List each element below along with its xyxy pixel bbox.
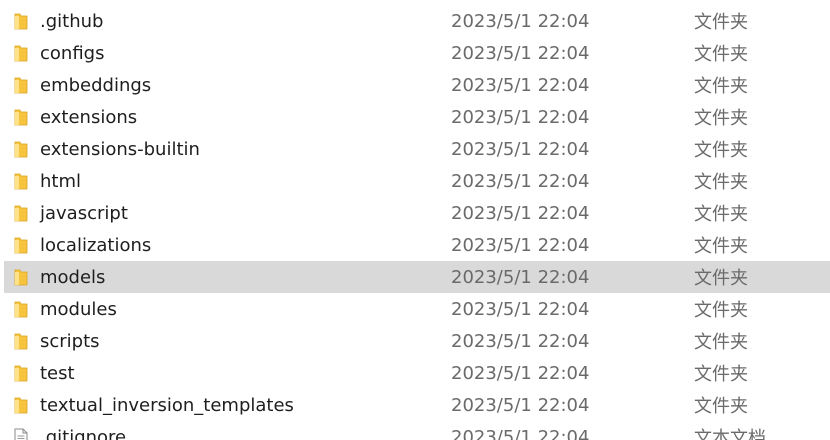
file-row[interactable]: modules 2023/5/1 22:04 文件夹 (4, 293, 830, 325)
file-row[interactable]: models 2023/5/1 22:04 文件夹 (4, 261, 830, 293)
folder-icon (14, 76, 28, 94)
folder-icon (14, 108, 28, 126)
file-name: extensions (40, 106, 138, 128)
file-row[interactable]: test 2023/5/1 22:04 文件夹 (4, 357, 830, 389)
file-row[interactable]: embeddings 2023/5/1 22:04 文件夹 (4, 69, 830, 101)
file-name: modules (40, 298, 117, 320)
date-modified: 2023/5/1 22:04 (451, 330, 590, 352)
file-type: 文件夹 (694, 204, 748, 225)
date-modified: 2023/5/1 22:04 (451, 138, 590, 160)
file-row[interactable]: configs 2023/5/1 22:04 文件夹 (4, 37, 830, 69)
file-name: html (40, 170, 82, 192)
date-modified: 2023/5/1 22:04 (451, 106, 590, 128)
file-type: 文件夹 (694, 332, 748, 353)
date-modified: 2023/5/1 22:04 (451, 394, 590, 416)
file-type: 文件夹 (694, 44, 748, 65)
date-modified: 2023/5/1 22:04 (451, 42, 590, 64)
file-type: 文件夹 (694, 236, 748, 257)
date-modified: 2023/5/1 22:04 (451, 10, 590, 32)
file-name: extensions-builtin (40, 138, 200, 160)
folder-icon (14, 140, 28, 158)
file-name: javascript (40, 202, 128, 224)
file-type: 文件夹 (694, 108, 748, 129)
date-modified: 2023/5/1 22:04 (451, 426, 590, 440)
file-name: textual_inversion_templates (40, 394, 294, 416)
file-row[interactable]: localizations 2023/5/1 22:04 文件夹 (4, 229, 830, 261)
date-modified: 2023/5/1 22:04 (451, 170, 590, 192)
file-type: 文件夹 (694, 268, 748, 289)
date-modified: 2023/5/1 22:04 (451, 74, 590, 96)
folder-icon (14, 396, 28, 414)
file-type: 文件夹 (694, 396, 748, 417)
file-list: .github 2023/5/1 22:04 文件夹 configs 2023/5/1 … (0, 0, 830, 440)
file-row[interactable]: extensions-builtin 2023/5/1 22:04 文件夹 (4, 133, 830, 165)
file-name: test (40, 362, 75, 384)
date-modified: 2023/5/1 22:04 (451, 234, 590, 256)
file-row[interactable]: .gitignore 2023/5/1 22:04 文本文档 (4, 421, 830, 440)
file-type: 文件夹 (694, 364, 748, 385)
date-modified: 2023/5/1 22:04 (451, 266, 590, 288)
file-row[interactable]: textual_inversion_templates 2023/5/1 22:0… (4, 389, 830, 421)
folder-icon (14, 44, 28, 62)
date-modified: 2023/5/1 22:04 (451, 298, 590, 320)
folder-icon (14, 204, 28, 222)
folder-icon (14, 12, 28, 30)
folder-icon (14, 172, 28, 190)
file-type: 文件夹 (694, 76, 748, 97)
file-name: configs (40, 42, 105, 64)
file-type: 文件夹 (694, 172, 748, 193)
folder-icon (14, 268, 28, 286)
file-row[interactable]: .github 2023/5/1 22:04 文件夹 (4, 5, 830, 37)
file-row[interactable]: javascript 2023/5/1 22:04 文件夹 (4, 197, 830, 229)
folder-icon (14, 300, 28, 318)
file-row[interactable]: html 2023/5/1 22:04 文件夹 (4, 165, 830, 197)
file-type: 文件夹 (694, 140, 748, 161)
date-modified: 2023/5/1 22:04 (451, 362, 590, 384)
file-name: models (40, 266, 106, 288)
file-type: 文件夹 (694, 12, 748, 33)
file-row[interactable]: scripts 2023/5/1 22:04 文件夹 (4, 325, 830, 357)
folder-icon (14, 332, 28, 350)
file-type: 文本文档 (694, 428, 766, 440)
file-name: .github (40, 10, 104, 32)
date-modified: 2023/5/1 22:04 (451, 202, 590, 224)
file-type: 文件夹 (694, 300, 748, 321)
folder-icon (14, 236, 28, 254)
file-name: .gitignore (40, 426, 127, 440)
file-row[interactable]: extensions 2023/5/1 22:04 文件夹 (4, 101, 830, 133)
text-file-icon (14, 428, 28, 440)
file-name: scripts (40, 330, 100, 352)
folder-icon (14, 364, 28, 382)
file-name: embeddings (40, 74, 152, 96)
file-name: localizations (40, 234, 152, 256)
